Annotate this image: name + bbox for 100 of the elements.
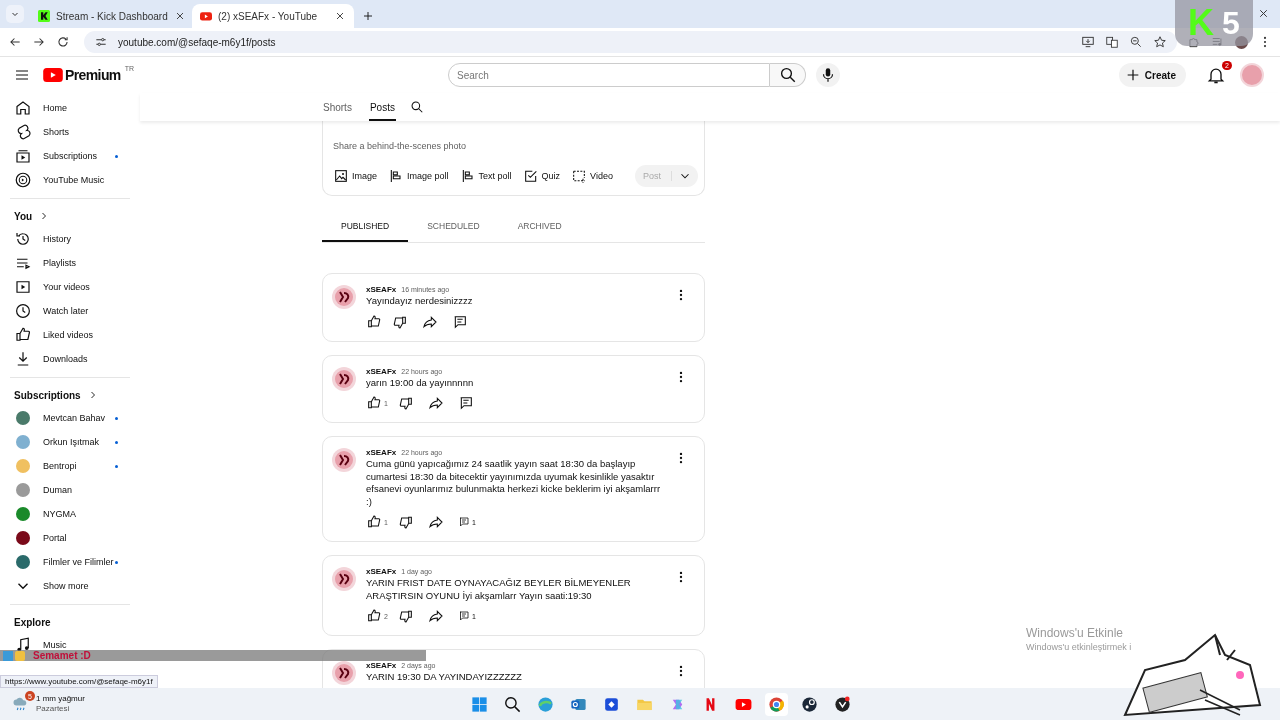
menu-icon[interactable] <box>14 67 30 83</box>
comments-button[interactable] <box>452 313 468 330</box>
video-icon <box>14 278 32 296</box>
site-settings-icon[interactable] <box>94 35 108 49</box>
sidebar-item[interactable]: Watch later <box>14 299 140 323</box>
day-text[interactable]: Pazartesi <box>36 704 85 714</box>
sidebar-item[interactable]: Home <box>14 96 140 120</box>
sidebar-item[interactable]: Your videos <box>14 275 140 299</box>
bookmark-star-icon[interactable] <box>1153 35 1167 49</box>
thumbs-down-icon <box>397 395 414 411</box>
dislike-button[interactable] <box>397 395 414 411</box>
sidebar-item[interactable]: Playlists <box>14 251 140 275</box>
image-icon <box>333 168 349 184</box>
search-icon <box>778 66 797 84</box>
sidebar-item[interactable]: Filmler ve Filimler <box>14 550 140 574</box>
sidebar-item[interactable]: Show more <box>14 574 140 598</box>
author-name[interactable]: xSEAFx <box>366 567 397 576</box>
browser-tab[interactable]: (2) xSEAFx - YouTube <box>192 4 354 28</box>
new-tab-icon[interactable] <box>362 10 374 22</box>
post-filter-tab[interactable]: SCHEDULED <box>408 214 499 242</box>
sidebar-item[interactable]: Downloads <box>14 347 140 371</box>
channel-avatar[interactable] <box>332 285 356 309</box>
sidebar-item[interactable]: Orkun Işıtmak <box>14 430 140 454</box>
sidebar-item[interactable]: Bentropi <box>14 454 140 478</box>
post-text: Yayındayız nerdesinizzzz <box>366 295 474 308</box>
thumbs-up-icon <box>366 313 382 330</box>
tab-title: Stream - Kick Dashboard <box>56 10 168 22</box>
post-text: YARIN FRIST DATE OYNAYACAĞIZ BEYLER BİLMEYENLER ARAŞTIRSIN OYUNU İyi akşamlarr Yayın saati:19:30 <box>366 577 632 602</box>
address-bar[interactable]: youtube.com/@sefaqe-m6y1f/posts <box>84 31 1177 53</box>
caption-text: Semamet :D <box>33 650 91 661</box>
monitor-icon[interactable] <box>1081 35 1095 49</box>
share-button[interactable] <box>427 608 444 624</box>
share-button[interactable] <box>427 514 444 530</box>
sidebar-item[interactable]: Liked videos <box>14 323 140 347</box>
thumbs-up-icon <box>366 514 382 530</box>
author-name[interactable]: xSEAFx <box>366 661 397 670</box>
dislike-button[interactable] <box>397 608 414 624</box>
activation-text: Windows'u etkinleştirmek i <box>1026 642 1132 652</box>
translate-icon[interactable] <box>1105 35 1119 49</box>
dislike-button[interactable] <box>397 514 414 530</box>
channel-tab[interactable]: Shorts <box>322 93 353 121</box>
author-name[interactable]: xSEAFx <box>366 285 397 294</box>
search-field[interactable]: Search <box>448 63 771 87</box>
section-link[interactable]: You <box>14 205 140 227</box>
sidebar-item[interactable]: Mevtcan Bahav <box>14 406 140 430</box>
comment-icon <box>457 516 470 528</box>
link-preview-url: https://www.youtube.com/@sefaqe-m6y1f <box>0 675 158 688</box>
share-arrow-icon <box>427 514 444 530</box>
post-text: yarın 19:00 da yayınnnnn <box>366 376 475 389</box>
author-name[interactable]: xSEAFx <box>366 366 397 376</box>
create-button[interactable]: Create <box>1118 63 1186 87</box>
tab-title: (2) xSEAFx - YouTube <box>218 10 319 22</box>
sidebar-item[interactable]: History <box>14 227 140 251</box>
reload-icon[interactable] <box>56 35 70 49</box>
section-link[interactable]: Subscriptions <box>14 384 140 406</box>
play-icon <box>200 10 212 22</box>
attach-image-button[interactable]: Image <box>333 168 377 184</box>
overlay-logo-letter: K <box>1188 5 1215 41</box>
browser-tab[interactable]: Stream - Kick Dashboard <box>30 4 192 28</box>
search-button[interactable] <box>770 63 807 87</box>
activation-title: Windows'u Etkinle <box>1026 626 1124 640</box>
text-poll-button[interactable]: Text poll <box>459 168 512 184</box>
image-poll-button[interactable]: Image poll <box>388 168 449 184</box>
post-filter-tab[interactable]: ARCHIVED <box>498 214 581 242</box>
play-logo-icon[interactable] <box>43 68 63 82</box>
channel-avatar[interactable] <box>332 567 356 591</box>
sidebar-item[interactable]: Shorts <box>14 120 140 144</box>
sidebar-item[interactable]: YouTube Music <box>14 168 140 192</box>
zoom-icon[interactable] <box>1129 35 1143 49</box>
close-icon[interactable] <box>1257 7 1270 20</box>
video-button[interactable]: Video <box>571 168 613 184</box>
channel-avatar[interactable] <box>332 448 356 472</box>
voice-search-button[interactable] <box>816 63 841 87</box>
post-input-placeholder[interactable]: Share a behind-the-scenes photo <box>333 141 694 151</box>
channel-avatar[interactable] <box>332 366 356 391</box>
close-icon[interactable] <box>334 10 346 22</box>
overlay-count: 5 <box>1222 7 1240 39</box>
quiz-button[interactable]: Quiz <box>522 168 561 184</box>
like-button[interactable] <box>366 313 382 330</box>
share-button[interactable] <box>427 395 444 411</box>
post-text: Cuma günü yapıcağımız 24 saatlik yayın saat 18:30 da başlayıp cumartesi 18:30 da bitecektir yayınımızda uyumak kesinlikle yasaktır efsanevi oyunlarımız bulunmakta herkezi kicke beklerim iyi akşamlarrr :) <box>366 458 662 508</box>
post-text: YARIN 19:30 DA YAYINDAYIZZZZZZ <box>366 671 523 684</box>
channel-tab[interactable]: Posts <box>368 93 396 121</box>
post-filter-tab[interactable]: PUBLISHED <box>322 214 409 242</box>
site-icon <box>38 10 50 22</box>
sidebar-item[interactable]: Subscriptions <box>14 144 140 168</box>
history-icon <box>14 230 32 248</box>
channel-avatar[interactable] <box>332 661 356 685</box>
weather-text[interactable]: 1 mm yağmur <box>36 694 85 704</box>
logo-text[interactable]: Premium <box>65 67 121 83</box>
author-name[interactable]: xSEAFx <box>366 448 397 457</box>
url-text: youtube.com/@sefaqe-m6y1f/posts <box>118 36 276 48</box>
sidebar-item[interactable]: Portal <box>14 526 140 550</box>
share-arrow-icon <box>427 608 444 624</box>
video-frame-icon <box>571 168 588 184</box>
sidebar-item[interactable]: Duman <box>14 478 140 502</box>
tab-list-button[interactable] <box>6 5 24 23</box>
sidebar-item[interactable]: NYGMA <box>14 502 140 526</box>
back-icon[interactable] <box>8 35 22 49</box>
search-icon[interactable] <box>409 100 424 114</box>
